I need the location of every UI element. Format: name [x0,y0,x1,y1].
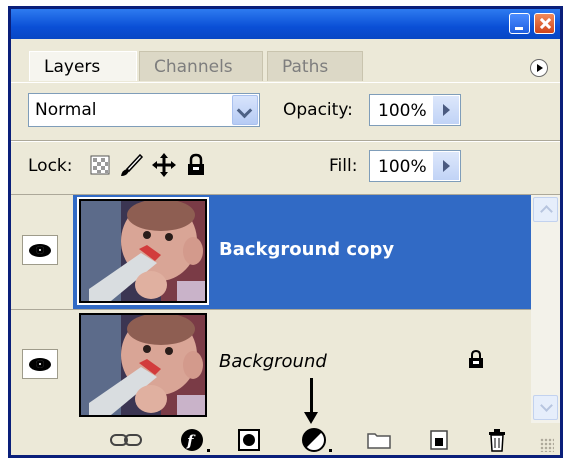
layer-row-background-copy[interactable]: Background copy [11,195,531,309]
panel-tabs: Layers Channels Paths [11,39,560,83]
opacity-field[interactable]: 100% [369,94,461,126]
fill-field[interactable]: 100% [369,150,461,182]
lock-position-move-icon[interactable] [151,152,177,178]
add-mask-icon[interactable] [237,428,261,452]
layers-list: Background copy Background [11,195,531,423]
title-bar[interactable] [11,9,560,39]
layer-name[interactable]: Background [219,351,327,372]
bottom-toolbar: f [11,423,560,455]
opacity-label: Opacity: [283,100,353,120]
scroll-down-icon[interactable] [533,395,558,420]
vertical-scrollbar[interactable] [531,195,560,423]
new-adjustment-layer-icon[interactable] [301,427,335,455]
resize-grip-icon[interactable] [540,438,554,452]
fill-label: Fill: [329,156,358,176]
scroll-up-icon[interactable] [533,197,558,222]
layer-style-fx-icon[interactable]: f [179,427,213,455]
opacity-slider-arrow-icon[interactable] [433,96,459,124]
layer-thumbnail[interactable] [77,197,209,305]
lock-image-brush-icon[interactable] [118,152,144,178]
chevron-down-icon[interactable] [232,95,258,125]
tab-layers[interactable]: Layers [29,51,137,81]
new-layer-icon[interactable] [429,429,449,451]
minimize-button[interactable] [509,13,530,34]
link-layers-icon[interactable] [109,431,143,449]
fill-slider-arrow-icon[interactable] [433,152,459,180]
fill-value: 100% [378,157,427,177]
panel-menu-button[interactable] [530,59,548,77]
blend-opacity-row: Normal Opacity: 100% [11,83,560,139]
annotation-arrow-head [304,412,318,424]
lock-fill-row: Lock: Fill: 100% [11,141,560,193]
close-button[interactable] [534,13,555,34]
tab-paths[interactable]: Paths [267,51,363,81]
eye-visibility-icon[interactable] [22,349,58,379]
lock-transparent-icon[interactable] [90,155,110,175]
layer-thumbnail[interactable] [79,313,207,417]
layer-row-background[interactable]: Background [11,309,531,423]
eye-visibility-icon[interactable] [22,235,58,265]
lock-label: Lock: [28,156,73,176]
lock-all-padlock-icon[interactable] [185,153,207,177]
delete-trash-icon[interactable] [486,427,508,453]
new-group-folder-icon[interactable] [366,430,392,450]
layer-name[interactable]: Background copy [219,239,394,260]
opacity-value: 100% [378,101,427,121]
layers-panel: Layers Channels Paths Normal Opacity: 10… [8,6,563,458]
blend-mode-value: Normal [35,100,97,120]
layer-lock-icon [469,349,483,368]
tab-channels[interactable]: Channels [139,51,263,81]
blend-mode-select[interactable]: Normal [28,93,260,127]
